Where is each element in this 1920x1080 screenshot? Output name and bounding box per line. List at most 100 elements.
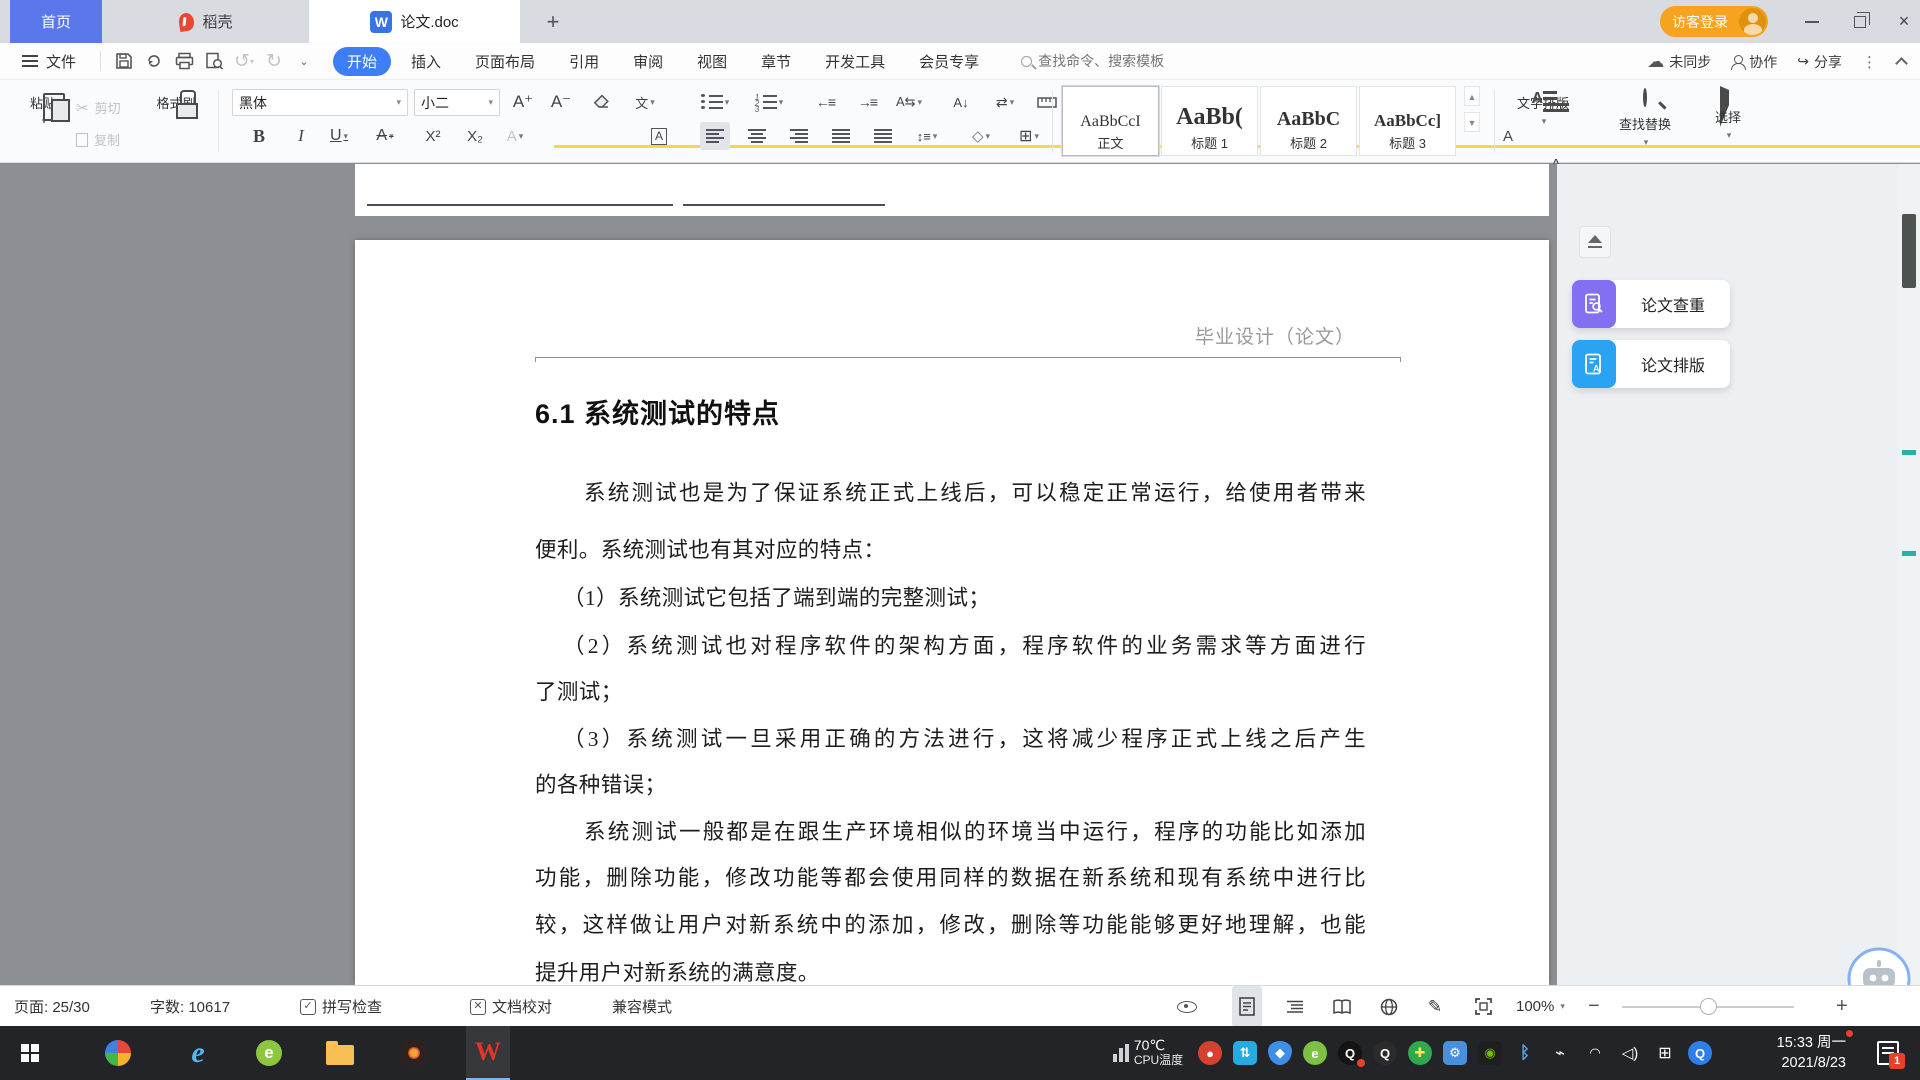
bold-button[interactable]: B <box>244 122 274 150</box>
align-center-button[interactable] <box>742 122 772 150</box>
tab-ruler-button[interactable] <box>1032 88 1062 116</box>
vertical-scrollbar[interactable] <box>1898 164 1920 985</box>
volume-icon[interactable]: ◁) <box>1618 1041 1642 1065</box>
tab-docer[interactable]: 稻壳 <box>132 0 280 43</box>
tab-review[interactable]: 审阅 <box>619 47 677 76</box>
strikethrough-button[interactable]: A <box>370 122 400 150</box>
more-menu-button[interactable]: ⋮ <box>1862 53 1877 71</box>
export-button[interactable] <box>139 48 169 74</box>
taskbar-clock[interactable]: 15:33 周一 2021/8/23 <box>1732 1026 1850 1080</box>
shading-button[interactable]: ◇ <box>966 122 996 150</box>
search-input[interactable] <box>1038 53 1209 69</box>
tab-dev-tools[interactable]: 开发工具 <box>811 47 899 76</box>
grow-font-button[interactable]: A⁺ <box>508 88 538 116</box>
underline-button[interactable]: U <box>324 122 354 150</box>
print-preview-button[interactable] <box>199 48 229 74</box>
tab-start[interactable]: 开始 <box>333 46 392 76</box>
justify-button[interactable] <box>826 122 856 150</box>
power-plug-icon[interactable]: ⌁ <box>1548 1041 1572 1065</box>
pc-manager-shield-icon[interactable]: ◆ <box>1268 1041 1292 1065</box>
web-layout-button[interactable] <box>1374 986 1404 1027</box>
start-button[interactable] <box>8 1026 52 1080</box>
tab-page-layout[interactable]: 页面布局 <box>461 47 549 76</box>
file-menu-button[interactable]: 文件 <box>0 51 92 72</box>
italic-button[interactable]: I <box>286 122 316 150</box>
taskbar-app-360-browser[interactable]: e <box>247 1026 291 1080</box>
borders-button[interactable]: ⊞ <box>1014 122 1044 150</box>
tab-section[interactable]: 章节 <box>747 47 805 76</box>
tab-member-exclusive[interactable]: 会员专享 <box>905 47 993 76</box>
text-effects-button[interactable]: A <box>500 122 530 150</box>
tab-insert[interactable]: 插入 <box>397 47 455 76</box>
command-search[interactable] <box>1021 53 1209 69</box>
distribute-button[interactable] <box>868 122 898 150</box>
style-heading2[interactable]: AaBbC 标题 2 <box>1260 86 1357 156</box>
taskbar-app-ie[interactable]: e <box>176 1026 220 1080</box>
undo-button[interactable]: ↺ ▾ <box>229 48 259 74</box>
numbered-list-button[interactable]: 123 <box>754 88 784 116</box>
spellcheck-toggle[interactable]: ✓ 拼写检查 <box>300 986 382 1027</box>
thesis-check-button[interactable]: 论文查重 <box>1572 280 1730 328</box>
nvidia-icon[interactable]: ◉ <box>1478 1041 1502 1065</box>
qq-browser-icon[interactable]: Q <box>1688 1041 1712 1065</box>
select-button[interactable]: 选择 <box>1700 86 1756 141</box>
thesis-layout-button[interactable]: A 论文排版 <box>1572 340 1730 388</box>
increase-indent-button[interactable]: →≡ <box>852 88 882 116</box>
line-spacing-button[interactable]: ↕≡ <box>912 122 942 150</box>
sort-button[interactable]: A↓ <box>946 88 976 116</box>
ink-button[interactable]: ✎ <box>1420 986 1450 1027</box>
action-center-button[interactable]: 1 <box>1862 1026 1914 1080</box>
format-painter-button[interactable]: 格式刷 <box>148 90 204 112</box>
taskbar-app-file-explorer[interactable] <box>318 1026 362 1080</box>
align-left-button[interactable] <box>700 122 730 150</box>
qq-penguin-icon[interactable]: Q <box>1338 1041 1365 1067</box>
bluetooth-icon[interactable]: ᛒ <box>1513 1041 1537 1065</box>
style-normal[interactable]: AaBbCcI 正文 <box>1062 86 1159 156</box>
touch-keyboard-icon[interactable]: ⊞ <box>1653 1041 1677 1065</box>
style-gallery-up-button[interactable]: ▲ <box>1464 86 1480 106</box>
bullet-list-button[interactable] <box>700 88 730 116</box>
superscript-button[interactable]: X² <box>418 122 448 150</box>
print-button[interactable] <box>169 48 199 74</box>
panel-collapse-button[interactable] <box>1579 226 1611 258</box>
zoom-slider-handle[interactable] <box>1700 998 1717 1015</box>
cut-button[interactable]: ✂ 剪切 <box>76 98 121 117</box>
redo-button[interactable]: ↻ <box>259 48 289 74</box>
collapse-ribbon-icon[interactable] <box>1895 57 1908 70</box>
character-scale-button[interactable]: A⇆ <box>894 88 924 116</box>
browser-360-tray-icon[interactable]: e <box>1303 1041 1327 1065</box>
security-red-icon[interactable]: ● <box>1198 1041 1222 1065</box>
font-size-combobox[interactable]: 小二 ▾ <box>414 89 500 116</box>
font-name-combobox[interactable]: 黑体 ▾ <box>232 89 408 116</box>
character-border-button[interactable]: A <box>644 122 674 150</box>
decrease-indent-button[interactable]: ←≡ <box>810 88 840 116</box>
taskbar-app-game[interactable] <box>392 1026 436 1080</box>
settings-gear-icon[interactable]: ⚙ <box>1443 1041 1467 1065</box>
copy-button[interactable]: 复制 <box>76 130 120 149</box>
minimize-button[interactable] <box>1792 0 1832 43</box>
eye-protect-button[interactable] <box>1172 986 1202 1027</box>
phonetic-guide-button[interactable]: 文 <box>630 88 660 116</box>
close-button[interactable]: × <box>1888 0 1920 43</box>
shrink-font-button[interactable]: A⁻ <box>546 88 576 116</box>
visitor-login-button[interactable]: 访客登录 <box>1660 6 1768 37</box>
cpu-temperature-widget[interactable]: 70℃ CPU温度 <box>1100 1026 1196 1080</box>
zoom-out-button[interactable]: − <box>1588 986 1600 1027</box>
subscript-button[interactable]: X₂ <box>460 122 490 150</box>
align-right-button[interactable] <box>784 122 814 150</box>
save-button[interactable] <box>109 48 139 74</box>
update-arrows-icon[interactable]: ⇅ <box>1233 1041 1257 1065</box>
read-mode-button[interactable] <box>1327 986 1357 1027</box>
style-heading1[interactable]: AaBb( 标题 1 <box>1161 86 1258 156</box>
word-count[interactable]: 字数: 10617 <box>150 986 230 1027</box>
quick-access-more-button[interactable]: ⌄ <box>289 48 319 74</box>
paste-button[interactable]: 粘贴 <box>18 90 68 127</box>
taskbar-app-pinwheel[interactable] <box>96 1026 140 1080</box>
style-gallery-down-button[interactable]: ▼ <box>1464 112 1480 132</box>
sync-status-button[interactable]: ☁ 未同步 <box>1647 52 1711 72</box>
zoom-level-button[interactable]: 100% ▾ <box>1516 986 1565 1027</box>
tab-references[interactable]: 引用 <box>555 47 613 76</box>
clear-format-button[interactable] <box>588 88 618 116</box>
tim-penguin-icon[interactable]: Q <box>1373 1041 1397 1065</box>
collaborate-button[interactable]: 协作 <box>1731 52 1777 72</box>
